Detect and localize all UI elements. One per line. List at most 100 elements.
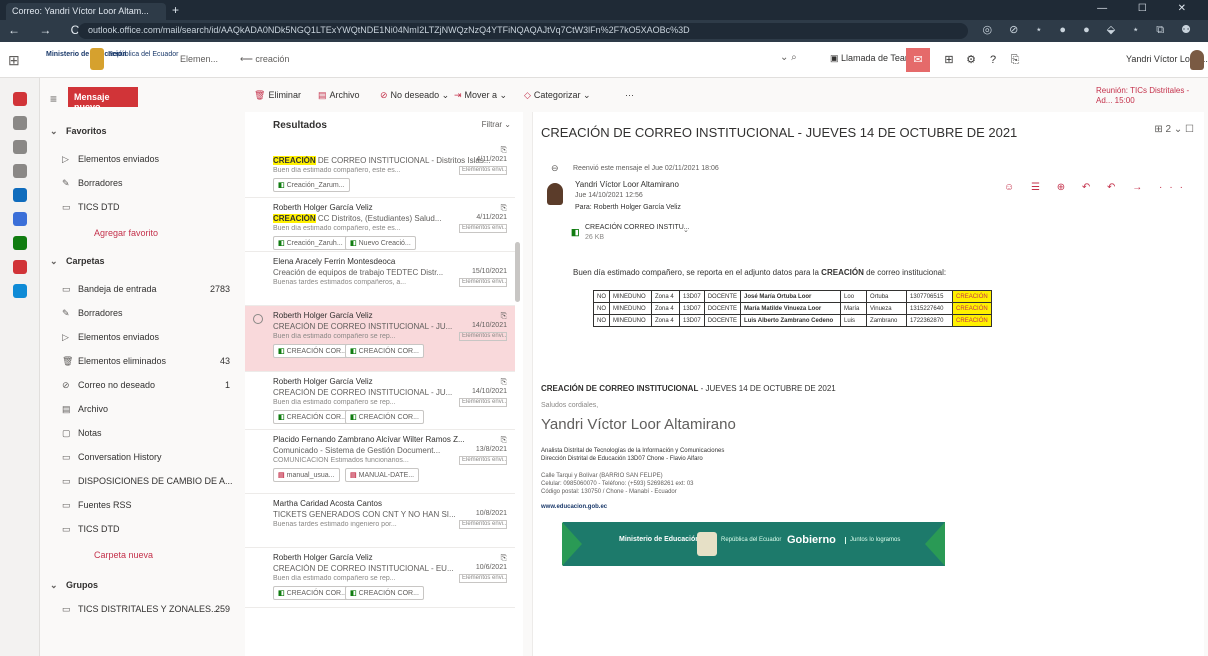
attachment-chip[interactable]: ▤ MANUAL-DATE... (345, 468, 420, 482)
file-icon: ◧ (350, 590, 357, 597)
menu-icon[interactable]: ≡ (50, 92, 57, 106)
attachment-chip[interactable]: ◧ Creación_Zaruh... (273, 236, 348, 250)
address-bar[interactable]: outlook.office.com/mail/search/id/AAQkAD… (78, 23, 968, 39)
powerpoint-icon[interactable] (13, 260, 27, 274)
attachment-chip[interactable]: ◧ Creación_Zarum... (273, 178, 350, 192)
move-to-button[interactable]: ⇥ Mover a ⌄ (454, 90, 507, 101)
folder-item[interactable]: ▭ TICS DTD (40, 520, 240, 540)
table-row: NO MINEDUNO Zona 4 13D07 DOCENTE José María O… (593, 290, 992, 303)
folder-item[interactable]: ▭ Fuentes RSS (40, 496, 240, 516)
message-item[interactable]: Roberth Holger García Veliz ⎘ CREACIÓN DE … (245, 306, 515, 372)
attachment-chip[interactable]: ◧ CREACIÓN COR... (345, 410, 424, 424)
folder-item[interactable]: ▷ Elementos enviados (40, 150, 240, 170)
folder-group-header[interactable]: ⌄ Favoritos (40, 122, 240, 142)
message-item[interactable]: Elena Aracely Ferrin Montesdeoca Creación… (245, 252, 515, 306)
more-apps-icon[interactable] (13, 284, 27, 298)
archive-button[interactable]: ▤ Archivo (318, 90, 360, 101)
extension-icons[interactable]: ◎ ⊘ ⋆ ● ● ⬙ ⋆ ⧉ ⚉ (983, 23, 1199, 37)
folder-item[interactable]: ⊘ Correo no deseado 1 (40, 376, 240, 396)
excel-icon[interactable] (13, 236, 27, 250)
folder-item[interactable]: ▭ Conversation History (40, 448, 240, 468)
browser-tab[interactable]: Correo: Yandri Víctor Loor Altam... (6, 3, 166, 20)
folder-item[interactable]: ▭ Bandeja de entrada 2783 (40, 280, 240, 300)
folder-item[interactable]: 🗑 Elementos eliminados 43 (40, 352, 240, 372)
message-item[interactable]: Roberth Holger García Veliz ⎘ CREACIÓN CC … (245, 198, 515, 252)
file-icon: ◧ (278, 590, 285, 597)
folder-item[interactable]: ✎ Borradores (40, 174, 240, 194)
attachment-card[interactable]: ◧ CREACIÓN CORREO INSTITU... 26 KB ⌄ (571, 224, 721, 248)
folder-link[interactable]: Carpeta nueva (40, 546, 240, 566)
delete-button[interactable]: 🗑 Eliminar (254, 90, 301, 101)
people-icon[interactable] (13, 140, 27, 154)
calendar-icon[interactable] (13, 116, 27, 130)
sender-name[interactable]: Yandri Víctor Loor Altamirano (575, 180, 679, 189)
signature-website[interactable]: www.educacion.gob.ec (541, 504, 607, 510)
message-item[interactable]: ⎘ CREACIÓN DE CORREO INSTITUCIONAL - Dist… (245, 140, 515, 198)
search-input[interactable]: ⟵ creación (240, 50, 800, 70)
banner-gov: República del Ecuador (721, 537, 782, 543)
search-tools[interactable]: ⌄ ⌕ (780, 52, 797, 63)
attachment-icon: ⎘ (500, 553, 507, 562)
message-item[interactable]: Roberth Holger García Veliz ⎘ CREACIÓN DE … (245, 548, 515, 608)
folder-pane: ≡ Mensaje nuevo ⌄ Favoritos ▷ Elementos env… (40, 78, 240, 656)
more-button[interactable]: ··· (622, 90, 634, 100)
feedback-icon[interactable]: ⎘ (1004, 49, 1026, 67)
window-controls[interactable]: — ☐ ✕ (1097, 3, 1200, 14)
folder-group-header[interactable]: ⌄ Grupos (40, 576, 240, 596)
account-avatar[interactable] (1190, 50, 1204, 70)
attachment-icon: ⎘ (500, 145, 507, 154)
search-scope-dropdown[interactable]: Elemen... (180, 54, 218, 64)
categorize-button[interactable]: ◇ Categorizar ⌄ (524, 90, 590, 101)
message-item[interactable]: Martha Caridad Acosta Cantos TICKETS GENE… (245, 494, 515, 548)
message-subject-line: CREACIÓN DE CORREO INSTITUCIONAL - JU... (273, 322, 493, 331)
command-label: Eliminar (268, 90, 301, 100)
browser-toolbar: ← → C ⌂ outlook.office.com/mail/search/i… (0, 20, 1208, 42)
folder-item[interactable]: ▭ DISPOSICIONES DE CAMBIO DE A... (40, 472, 240, 492)
attachment-chip[interactable]: ◧ CREACIÓN COR... (273, 586, 352, 600)
new-message-button[interactable]: Mensaje nuevo (68, 87, 138, 112)
folder-item[interactable]: ▢ Notas (40, 424, 240, 444)
attachment-chip[interactable]: ◧ CREACIÓN COR... (273, 344, 352, 358)
attachment-chip[interactable]: ▤ manual_usua... (273, 468, 340, 482)
todo-icon[interactable] (13, 188, 27, 202)
attachment-chip[interactable]: ◧ CREACIÓN COR... (345, 586, 424, 600)
word-icon[interactable] (13, 212, 27, 226)
list-scrollbar[interactable] (515, 242, 520, 302)
message-item[interactable]: Roberth Holger García Veliz ⎘ CREACIÓN DE … (245, 372, 515, 430)
outlook-icon[interactable]: ✉ (906, 48, 930, 72)
table-cell: NO (593, 290, 610, 303)
app-launcher-icon[interactable]: ⊞ (8, 52, 20, 69)
junk-button[interactable]: ⊘ No deseado ⌄ (380, 90, 449, 101)
message-item[interactable]: Placido Fernando Zambrano Alcívar Wilter… (245, 430, 515, 494)
message-date: 14/10/2021 (471, 322, 507, 329)
new-tab-button[interactable]: + (172, 3, 179, 17)
mail-icon[interactable] (13, 92, 27, 106)
select-radio[interactable] (253, 314, 263, 324)
attachment-chip-label: CREACIÓN COR... (358, 414, 419, 421)
filter-button[interactable]: Filtrar ⌄ (482, 120, 511, 129)
back-arrow-icon[interactable]: ⟵ (240, 54, 255, 64)
subject-tools[interactable]: ⊞ 2 ⌄ ☐ (1154, 124, 1194, 135)
help-icon[interactable]: ? (982, 49, 1004, 66)
message-actions[interactable]: ☺ ☰ ⊕ ↶ ↶ → ··· (1004, 182, 1190, 193)
files-icon[interactable] (13, 164, 27, 178)
attachment-chip[interactable]: ◧ Nuevo Creació... (345, 236, 416, 250)
attachment-chip[interactable]: ◧ CREACIÓN COR... (345, 344, 424, 358)
folder-item[interactable]: ▭ TICS DISTRITALES Y ZONALES... 259 (40, 600, 240, 620)
folder-icon: ▭ (62, 604, 71, 614)
sender-avatar[interactable] (547, 183, 563, 205)
settings-icon[interactable]: ⚙ (960, 48, 982, 66)
chevron-down-icon[interactable]: ⌄ (683, 226, 689, 234)
folder-link[interactable]: Agregar favorito (40, 224, 240, 244)
teams-call-button[interactable]: ▣ Llamada de Teams (830, 53, 917, 64)
message-subject-line: Comunicado - Sistema de Gestión Document… (273, 446, 493, 455)
attachment-chip[interactable]: ◧ CREACIÓN COR... (273, 410, 352, 424)
folder-item[interactable]: ▷ Elementos enviados (40, 328, 240, 348)
folder-item[interactable]: ✎ Borradores (40, 304, 240, 324)
folder-item[interactable]: ▤ Archivo (40, 400, 240, 420)
folder-group-header[interactable]: ⌄ Carpetas (40, 252, 240, 272)
suite-icon[interactable]: ⊞ (938, 48, 960, 66)
folder-item[interactable]: ▭ TICS DTD (40, 198, 240, 218)
upcoming-meeting[interactable]: Reunión: TICs Distritales - Ad... 15:00 (1096, 86, 1196, 106)
folder-label: Elementos enviados (78, 154, 160, 164)
